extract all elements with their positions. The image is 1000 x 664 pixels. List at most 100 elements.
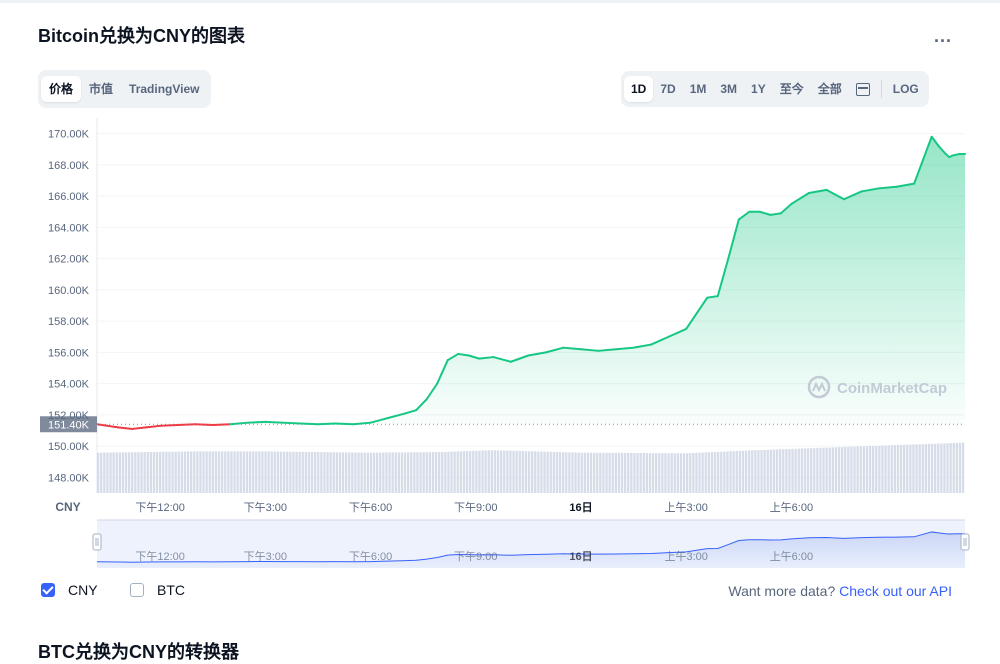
volume-bar	[376, 452, 379, 493]
x-tick-label: 16日	[569, 501, 592, 514]
volume-bar	[186, 451, 190, 493]
volume-bar	[217, 451, 221, 493]
volume-bar	[236, 451, 239, 493]
volume-bar	[109, 452, 112, 493]
y-tick-label: 150.00K	[48, 441, 90, 453]
legend-btc[interactable]: BTC	[130, 582, 185, 598]
volume-bar	[872, 445, 875, 493]
volume-bar	[899, 444, 903, 493]
navigator-right-handle[interactable]	[960, 533, 970, 551]
volume-bar	[496, 450, 500, 493]
volume-bar	[729, 451, 732, 493]
volume-bar	[326, 452, 329, 493]
volume-bar	[128, 452, 131, 493]
volume-bar	[171, 451, 174, 493]
volume-bar	[369, 452, 373, 493]
volume-bar	[816, 447, 819, 493]
volume-bar	[441, 451, 444, 493]
api-link[interactable]: Check out our API	[839, 583, 952, 599]
volume-bar	[751, 450, 754, 493]
volume-bar	[304, 451, 307, 493]
navigator-left-handle[interactable]	[92, 533, 102, 551]
volume-bar	[642, 453, 645, 493]
legend-btc-label: BTC	[157, 582, 185, 598]
volume-bar	[286, 451, 289, 493]
volume-bar	[481, 450, 484, 493]
volume-bar	[577, 452, 580, 493]
volume-bar	[292, 451, 295, 493]
volume-bar	[428, 452, 431, 493]
x-tick-label: 上午6:00	[770, 501, 813, 514]
volume-bar	[239, 451, 242, 493]
price-chart[interactable]: 151.40K 148.00K150.00K152.00K154.00K156.…	[0, 0, 1000, 580]
volume-bar	[682, 453, 686, 493]
volume-bar	[503, 450, 506, 493]
volume-bar	[785, 449, 788, 493]
volume-bar	[422, 452, 425, 493]
volume-bar	[580, 452, 583, 493]
volume-bar	[930, 443, 934, 493]
volume-bar	[320, 452, 323, 493]
y-tick-label: 148.00K	[48, 472, 90, 484]
volume-bar	[329, 452, 332, 493]
range-navigator[interactable]: 下午12:00 下午3:00 下午6:00 下午9:00 16日 上午3:00 上午6:00	[92, 519, 970, 568]
volume-bar	[162, 451, 165, 493]
volume-bar	[704, 452, 707, 493]
volume-bar	[961, 442, 965, 493]
btc-checkbox[interactable]	[130, 583, 144, 597]
volume-bar	[744, 450, 748, 493]
y-tick-label: 158.00K	[48, 316, 90, 328]
volume-bar	[345, 452, 348, 493]
volume-bar	[112, 452, 115, 493]
volume-bar	[850, 446, 853, 493]
volume-bar	[245, 451, 249, 493]
volume-bar	[366, 452, 369, 493]
cny-checkbox[interactable]	[41, 583, 55, 597]
navigator-tick-label: 16日	[569, 550, 592, 563]
volume-bar	[596, 452, 599, 493]
volume-bar	[645, 453, 648, 493]
volume-bar	[106, 452, 109, 493]
price-line-segment	[106, 424, 120, 429]
price-line-segment	[176, 423, 197, 427]
volume-bar	[630, 452, 633, 493]
volume-bar	[918, 444, 921, 493]
volume-bar	[205, 451, 208, 493]
volume-bar	[391, 452, 394, 493]
volume-bar	[636, 453, 639, 493]
volume-bar	[208, 451, 211, 493]
volume-bar	[531, 451, 534, 493]
volume-bar	[469, 450, 472, 493]
volume-bar	[952, 442, 955, 493]
volume-bar	[515, 450, 518, 493]
volume-bar	[341, 452, 345, 493]
volume-bar	[574, 452, 577, 493]
volume-bar	[748, 450, 751, 493]
volume-bar	[890, 445, 893, 493]
y-tick-label: 154.00K	[48, 379, 90, 391]
navigator-tick-label: 下午9:00	[454, 550, 497, 563]
watermark-text: CoinMarketCap	[837, 380, 947, 397]
volume-bar	[438, 452, 441, 493]
volume-bar	[159, 451, 162, 493]
volume-bar	[233, 451, 236, 493]
volume-bar	[431, 452, 435, 493]
volume-bar	[230, 451, 233, 493]
volume-bar	[651, 453, 655, 493]
volume-bar	[416, 452, 419, 493]
volume-bar	[335, 452, 338, 493]
volume-bar	[940, 443, 943, 493]
volume-bar	[444, 451, 447, 493]
volume-bar	[555, 452, 559, 493]
volume-bar	[465, 451, 469, 493]
legend-cny[interactable]: CNY	[41, 582, 98, 598]
price-line-segment	[316, 422, 337, 426]
volume-bar	[149, 451, 152, 493]
volume-bar	[943, 443, 946, 493]
volume-bar	[264, 451, 267, 493]
volume-bar	[385, 452, 388, 493]
volume-bar	[338, 452, 342, 493]
volume-bar	[692, 452, 695, 493]
price-line-segment	[264, 420, 284, 424]
volume-bar	[599, 452, 602, 493]
